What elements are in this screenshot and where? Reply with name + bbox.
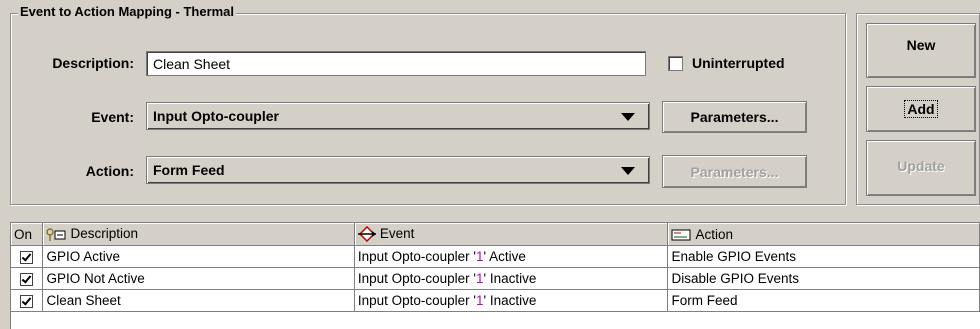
column-header-description[interactable]: Description	[42, 223, 355, 246]
event-select-value: Input Opto-coupler	[153, 108, 279, 124]
row-enabled-checkbox[interactable]	[20, 250, 34, 264]
action-select-value: Form Feed	[153, 162, 225, 178]
group-title: Event to Action Mapping - Thermal	[18, 4, 237, 19]
row-enabled-checkbox[interactable]	[20, 294, 34, 308]
uninterrupted-checkbox[interactable]	[668, 56, 683, 71]
row-action: Form Feed	[667, 289, 980, 312]
column-header-event-label: Event	[379, 225, 415, 241]
description-label: Description:	[52, 55, 134, 71]
description-input[interactable]	[146, 51, 646, 76]
column-header-action-label: Action	[695, 226, 734, 242]
event-label: Event:	[91, 109, 134, 125]
uninterrupted-label: Uninterrupted	[692, 55, 785, 71]
event-parameters-button[interactable]: Parameters...	[662, 101, 807, 133]
table-header-row: On Description Event Action	[11, 223, 980, 246]
table-row[interactable]: GPIO Not Active Input Opto-coupler '1' I…	[11, 267, 980, 290]
add-button[interactable]: Add	[866, 86, 976, 132]
column-header-event[interactable]: Event	[354, 223, 669, 246]
column-header-on[interactable]: On	[11, 223, 44, 246]
row-action: Enable GPIO Events	[667, 245, 980, 268]
action-select[interactable]: Form Feed	[146, 156, 650, 184]
event-select[interactable]: Input Opto-coupler	[146, 102, 650, 130]
row-description: GPIO Active	[42, 245, 355, 268]
mapping-table: On Description Event Action GPIO Active …	[10, 222, 980, 329]
row-description: Clean Sheet	[42, 289, 355, 312]
chevron-down-icon	[621, 113, 635, 121]
row-event: Input Opto-coupler '1' Inactive	[354, 289, 669, 312]
chevron-down-icon	[621, 167, 635, 175]
row-description: GPIO Not Active	[42, 267, 355, 290]
row-action: Disable GPIO Events	[667, 267, 980, 290]
new-button[interactable]: New	[866, 23, 976, 78]
column-header-description-label: Description	[70, 226, 138, 242]
table-row[interactable]: GPIO Active Input Opto-coupler '1' Activ…	[11, 245, 980, 268]
row-event: Input Opto-coupler '1' Active	[354, 245, 669, 268]
add-button-label: Add	[904, 100, 938, 118]
table-row[interactable]: Clean Sheet Input Opto-coupler '1' Inact…	[11, 289, 980, 312]
action-parameters-button[interactable]: Parameters...	[662, 155, 807, 188]
action-icon	[671, 229, 691, 241]
column-header-action[interactable]: Action	[667, 223, 980, 246]
action-label: Action:	[85, 163, 134, 179]
row-enabled-checkbox[interactable]	[20, 272, 34, 286]
update-button[interactable]: Update	[866, 140, 976, 196]
diamond-arrows-icon	[357, 226, 376, 243]
row-event: Input Opto-coupler '1' Inactive	[354, 267, 669, 290]
tag-icon	[46, 228, 66, 241]
